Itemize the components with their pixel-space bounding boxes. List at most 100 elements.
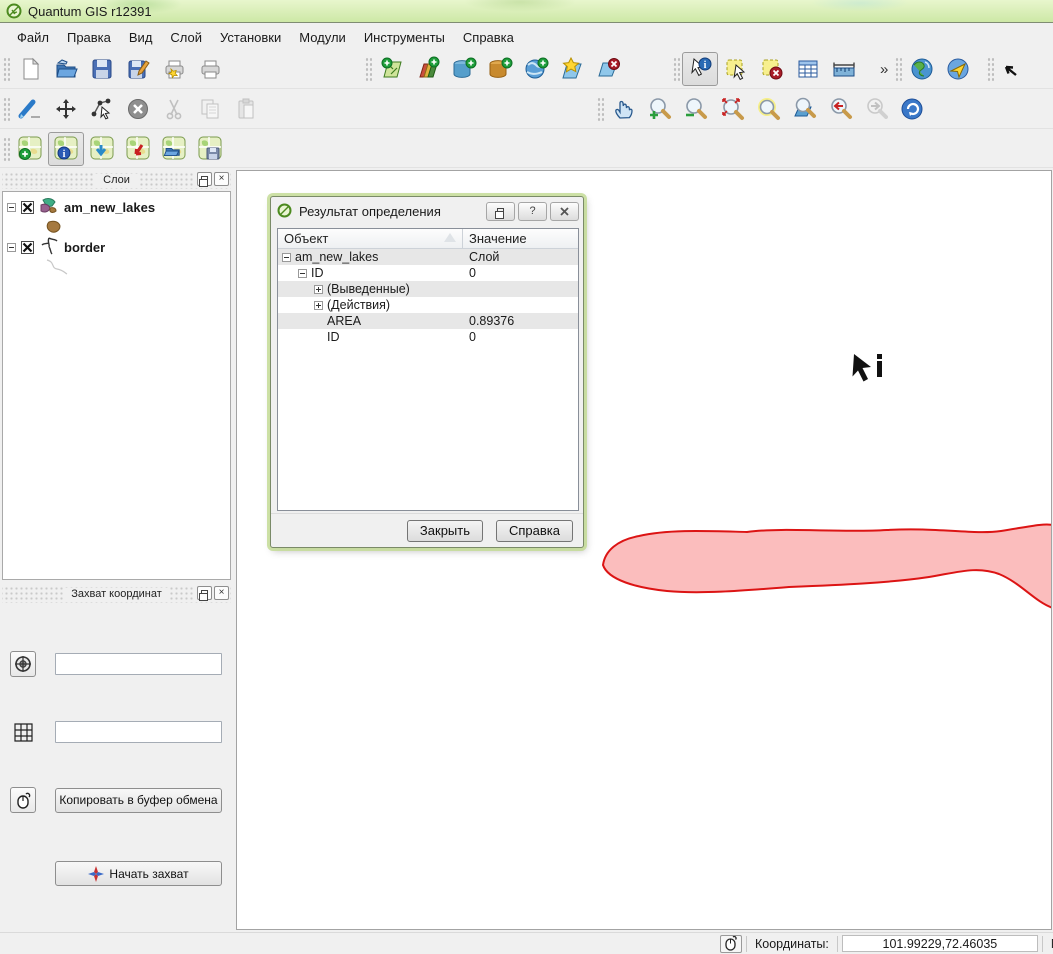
menu-edit[interactable]: Правка — [58, 26, 120, 49]
start-capture-button[interactable]: Начать захват — [55, 861, 222, 886]
menu-tools[interactable]: Инструменты — [355, 26, 454, 49]
collapse-icon[interactable] — [282, 253, 291, 262]
zoom-in-icon[interactable] — [642, 92, 678, 126]
menu-file[interactable]: Файл — [8, 26, 58, 49]
toolbar-handle[interactable] — [894, 56, 902, 82]
layer-visibility-checkbox[interactable] — [21, 201, 34, 214]
add-postgis-layer-icon[interactable] — [446, 52, 482, 86]
add-wms-layer-icon[interactable] — [518, 52, 554, 86]
plugin-map-open-icon[interactable] — [156, 132, 192, 166]
crs-coordinate-field[interactable] — [55, 653, 222, 675]
tree-row-area[interactable]: AREA 0.89376 — [278, 313, 578, 329]
zoom-out-icon[interactable] — [678, 92, 714, 126]
pan-map-icon[interactable] — [606, 92, 642, 126]
track-mouse-button[interactable] — [10, 787, 36, 813]
copy-to-clipboard-button[interactable]: Копировать в буфер обмена — [55, 788, 222, 813]
help-button[interactable]: Справка — [496, 520, 573, 542]
new-project-icon[interactable] — [12, 52, 48, 86]
save-project-as-icon[interactable] — [120, 52, 156, 86]
zoom-selection-icon[interactable] — [750, 92, 786, 126]
select-features-icon[interactable] — [718, 52, 754, 86]
layer-row-border[interactable]: border — [7, 236, 230, 258]
plugin-map-export-icon[interactable] — [120, 132, 156, 166]
capture-panel-header[interactable]: Захват координат × — [2, 585, 231, 603]
toolbar-handle[interactable] — [2, 96, 10, 122]
zoom-last-icon[interactable] — [822, 92, 858, 126]
plugin-map-save-icon[interactable] — [192, 132, 228, 166]
coordinates-value-field[interactable]: 101.99229,72.46035 — [842, 935, 1038, 952]
toolbar-handle[interactable] — [364, 56, 372, 82]
deselect-features-icon[interactable] — [754, 52, 790, 86]
dialog-titlebar[interactable]: Результат определения ? — [271, 197, 583, 222]
panel-close-button[interactable]: × — [214, 172, 229, 186]
menu-settings[interactable]: Установки — [211, 26, 290, 49]
close-button[interactable]: Закрыть — [407, 520, 483, 542]
toolbar-handle[interactable] — [596, 96, 604, 122]
window-titlebar[interactable]: Quantum GIS r12391 — [0, 0, 1053, 23]
panel-float-button[interactable] — [197, 586, 212, 600]
select-crs-button[interactable] — [10, 651, 36, 677]
remove-layer-icon[interactable] — [590, 52, 626, 86]
new-vector-layer-icon[interactable] — [554, 52, 590, 86]
stop-edits-icon[interactable] — [120, 92, 156, 126]
dialog-help-button[interactable]: ? — [518, 202, 547, 221]
overflow-chevron[interactable]: » — [876, 61, 892, 78]
toggle-mouse-coords-button[interactable] — [720, 935, 742, 953]
column-header-object[interactable]: Объект — [278, 229, 463, 248]
identify-results-tree[interactable]: Объект Значение am_new_lakes Слой ID 0 (… — [277, 228, 579, 511]
open-project-icon[interactable] — [48, 52, 84, 86]
add-vector-layer-icon[interactable] — [374, 52, 410, 86]
menu-view[interactable]: Вид — [120, 26, 162, 49]
plugin-map-info-icon[interactable]: i — [48, 132, 84, 166]
zoom-layer-icon[interactable] — [786, 92, 822, 126]
toolbar-handle[interactable] — [672, 56, 680, 82]
add-raster-layer-icon[interactable] — [410, 52, 446, 86]
layer-name[interactable]: am_new_lakes — [64, 200, 155, 215]
refresh-icon[interactable] — [894, 92, 930, 126]
layers-panel-header[interactable]: Слои × — [2, 171, 231, 189]
identify-results-dialog[interactable]: Результат определения ? Объект Значение … — [270, 196, 584, 548]
copy-features-icon[interactable] — [192, 92, 228, 126]
print-composer-icon[interactable] — [192, 52, 228, 86]
toolbar-handle[interactable] — [2, 56, 10, 82]
tree-row-actions[interactable]: (Действия) — [278, 297, 578, 313]
tree-row-derived[interactable]: (Выведенные) — [278, 281, 578, 297]
tree-row-feature-id[interactable]: ID 0 — [278, 265, 578, 281]
paste-features-icon[interactable] — [228, 92, 264, 126]
expand-icon[interactable] — [314, 285, 323, 294]
panel-float-button[interactable] — [197, 172, 212, 186]
layer-row-am-new-lakes[interactable]: am_new_lakes — [7, 196, 230, 218]
capture-arrow-icon[interactable] — [996, 52, 1032, 86]
add-db-layer-icon[interactable] — [482, 52, 518, 86]
plugin-map-add-icon[interactable] — [12, 132, 48, 166]
zoom-next-icon[interactable] — [858, 92, 894, 126]
gps-plugin-icon[interactable] — [940, 52, 976, 86]
collapse-icon[interactable] — [7, 203, 16, 212]
toolbar-handle[interactable] — [2, 136, 10, 162]
tree-row-layer[interactable]: am_new_lakes Слой — [278, 249, 578, 265]
cut-features-icon[interactable] — [156, 92, 192, 126]
globe-plugin-icon[interactable] — [904, 52, 940, 86]
attribute-table-icon[interactable] — [790, 52, 826, 86]
dialog-float-button[interactable] — [486, 202, 515, 221]
move-feature-icon[interactable] — [48, 92, 84, 126]
collapse-icon[interactable] — [7, 243, 16, 252]
toolbar-handle[interactable] — [986, 56, 994, 82]
plugin-map-down-icon[interactable] — [84, 132, 120, 166]
map-coordinate-field[interactable] — [55, 721, 222, 743]
menu-help[interactable]: Справка — [454, 26, 523, 49]
tree-row-id-attr[interactable]: ID 0 — [278, 329, 578, 345]
zoom-full-icon[interactable] — [714, 92, 750, 126]
toggle-editing-icon[interactable] — [12, 92, 48, 126]
layer-name[interactable]: border — [64, 240, 105, 255]
column-header-value[interactable]: Значение — [463, 229, 533, 248]
menu-plugins[interactable]: Модули — [290, 26, 355, 49]
expand-icon[interactable] — [314, 301, 323, 310]
node-tool-icon[interactable] — [84, 92, 120, 126]
identify-icon[interactable]: i — [682, 52, 718, 86]
collapse-icon[interactable] — [298, 269, 307, 278]
layer-visibility-checkbox[interactable] — [21, 241, 34, 254]
save-project-icon[interactable] — [84, 52, 120, 86]
dialog-close-button[interactable] — [550, 202, 579, 221]
panel-close-button[interactable]: × — [214, 586, 229, 600]
